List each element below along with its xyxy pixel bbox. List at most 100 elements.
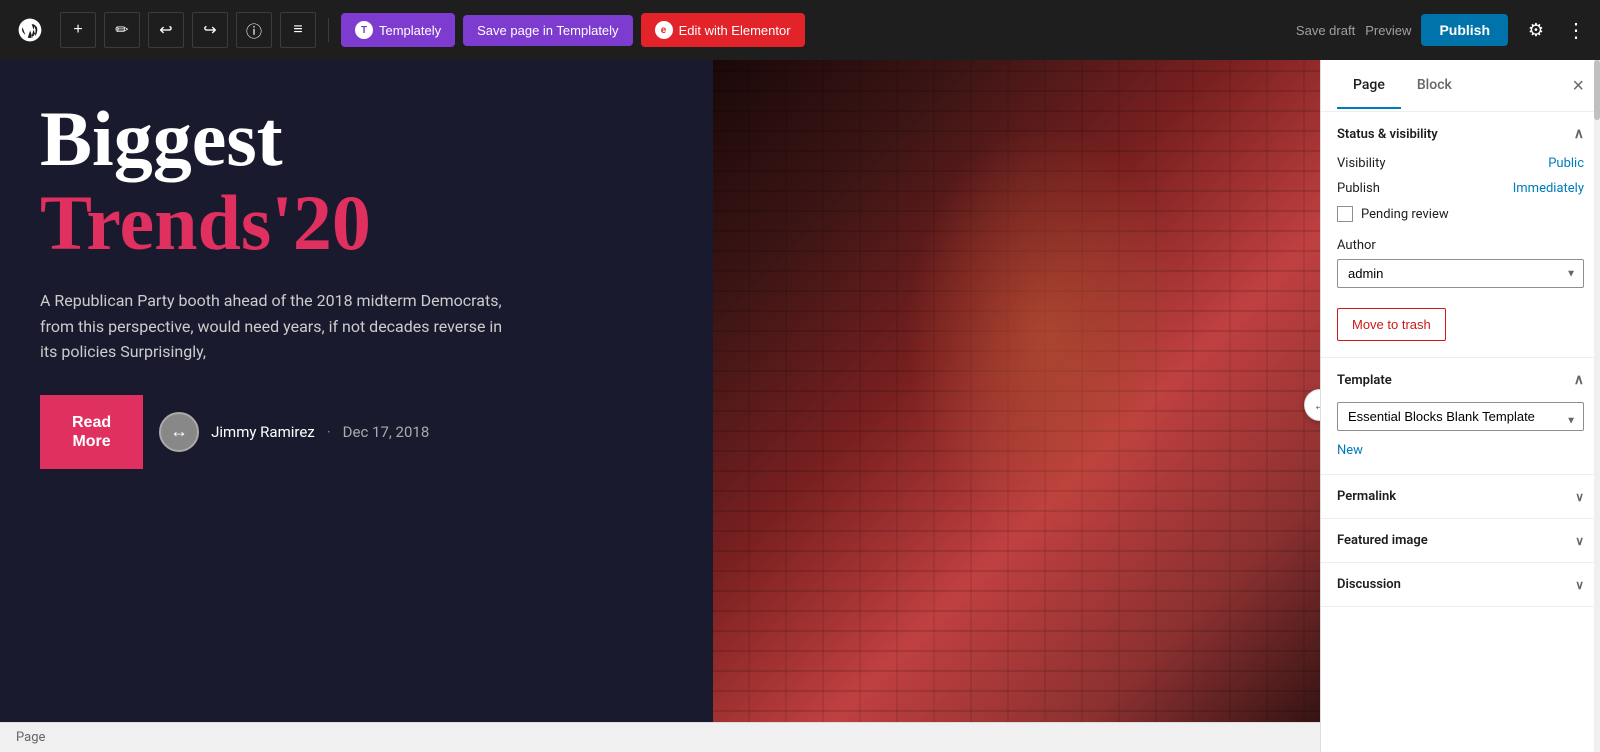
edit-elementor-button[interactable]: e Edit with Elementor	[641, 13, 805, 47]
hero-image-bg	[713, 60, 1320, 722]
new-template-link[interactable]: New	[1337, 443, 1363, 458]
save-templately-label: Save page in Templately	[477, 23, 618, 38]
author-select[interactable]: admin	[1337, 259, 1584, 288]
author-name: Jimmy Ramirez	[211, 423, 315, 441]
template-collapse-icon: ∧	[1574, 372, 1584, 388]
save-draft-button[interactable]: Save draft	[1296, 23, 1355, 38]
list-icon: ≡	[293, 21, 302, 39]
woman-highlight	[713, 60, 1320, 722]
avatar: ↔	[159, 412, 199, 452]
author-date: Dec 17, 2018	[343, 423, 430, 441]
template-content: Essential Blocks Blank Template Default …	[1321, 402, 1600, 474]
status-visibility-title: Status & visibility	[1337, 127, 1438, 142]
toolbar-right-actions: Save draft Preview Publish ⚙ ⋮	[1296, 12, 1588, 48]
hero-actions: ReadMore ↔ Jimmy Ramirez · Dec 17, 2018	[40, 395, 673, 469]
hero-title-biggest: Biggest	[40, 100, 673, 178]
undo-icon: ↩	[159, 20, 172, 40]
visibility-value[interactable]: Public	[1548, 156, 1584, 171]
visibility-label: Visibility	[1337, 156, 1386, 171]
author-dot: ·	[327, 423, 331, 441]
preview-button[interactable]: Preview	[1365, 23, 1411, 38]
discussion-title: Discussion	[1337, 577, 1401, 592]
author-row: Author admin	[1337, 234, 1584, 288]
canvas-area: Biggest Trends '20 A Republican Party bo…	[0, 60, 1320, 752]
more-icon: ⋮	[1566, 18, 1586, 43]
main-layout: Biggest Trends '20 A Republican Party bo…	[0, 60, 1600, 752]
discussion-section: Discussion ∨	[1321, 563, 1600, 607]
visibility-row: Visibility Public	[1337, 156, 1584, 171]
permalink-chevron-icon: ∨	[1575, 490, 1584, 504]
pending-review-label: Pending review	[1361, 207, 1449, 222]
list-view-button[interactable]: ≡	[280, 12, 316, 48]
author-label-area: Author	[1337, 234, 1584, 253]
hero-quote: '20	[271, 178, 371, 268]
info-icon: ⓘ	[246, 18, 262, 42]
tab-page[interactable]: Page	[1337, 63, 1401, 109]
permalink-section: Permalink ∨	[1321, 475, 1600, 519]
author-select-wrapper: admin	[1337, 259, 1584, 288]
hero-block[interactable]: Biggest Trends '20 A Republican Party bo…	[0, 60, 1320, 722]
discussion-header[interactable]: Discussion ∨	[1321, 563, 1600, 606]
pending-review-checkbox[interactable]	[1337, 206, 1353, 222]
permalink-header[interactable]: Permalink ∨	[1321, 475, 1600, 518]
template-section: Template ∧ Essential Blocks Blank Templa…	[1321, 358, 1600, 475]
sidebar-tabs: Page Block	[1337, 63, 1468, 108]
canvas-scroll[interactable]: Biggest Trends '20 A Republican Party bo…	[0, 60, 1320, 722]
hero-image-area	[713, 60, 1320, 722]
elementor-icon: e	[655, 21, 673, 39]
author-label: Author	[1337, 238, 1376, 253]
move-trash-area: Move to trash	[1337, 300, 1584, 341]
status-visibility-section: Status & visibility ∧ Visibility Public …	[1321, 112, 1600, 358]
read-more-button[interactable]: ReadMore	[40, 395, 143, 469]
redo-icon: ↪	[203, 20, 216, 40]
hero-title-trends: Trends	[40, 184, 271, 262]
template-select[interactable]: Essential Blocks Blank Template Default …	[1337, 402, 1584, 431]
pending-review-row: Pending review	[1337, 206, 1584, 222]
save-templately-button[interactable]: Save page in Templately	[463, 15, 632, 46]
sidebar-scroll-thumb[interactable]	[1594, 60, 1600, 120]
redo-button[interactable]: ↪	[192, 12, 228, 48]
resize-icon: ↔	[1313, 397, 1320, 414]
sidebar-header: Page Block ×	[1321, 60, 1600, 112]
undo-button[interactable]: ↩	[148, 12, 184, 48]
hero-description: A Republican Party booth ahead of the 20…	[40, 288, 520, 365]
toolbar-divider	[328, 18, 329, 42]
read-more-label: ReadMore	[72, 414, 111, 450]
sidebar: Page Block × Status & visibility ∧ Visib…	[1320, 60, 1600, 752]
hero-title-trends-row: Trends '20	[40, 178, 673, 268]
tab-block[interactable]: Block	[1401, 63, 1468, 109]
templately-label: Templately	[379, 23, 441, 38]
sidebar-scroll-indicator	[1594, 60, 1600, 752]
templately-button[interactable]: T Templately	[341, 13, 455, 47]
move-to-trash-button[interactable]: Move to trash	[1337, 308, 1446, 341]
featured-image-header[interactable]: Featured image ∨	[1321, 519, 1600, 562]
pen-icon: ✏	[115, 20, 128, 40]
avatar-icon: ↔	[170, 421, 188, 442]
permalink-title: Permalink	[1337, 489, 1396, 504]
add-block-button[interactable]: +	[60, 12, 96, 48]
close-icon: ×	[1572, 75, 1584, 97]
page-label: Page	[16, 730, 45, 745]
pen-tool-button[interactable]: ✏	[104, 12, 140, 48]
discussion-chevron-icon: ∨	[1575, 578, 1584, 592]
template-header[interactable]: Template ∧	[1321, 358, 1600, 402]
gear-icon: ⚙	[1528, 20, 1544, 41]
author-section: ↔ Jimmy Ramirez · Dec 17, 2018	[159, 412, 429, 452]
info-button[interactable]: ⓘ	[236, 12, 272, 48]
more-options-button[interactable]: ⋮	[1564, 12, 1588, 48]
publish-button[interactable]: Publish	[1421, 14, 1508, 46]
publish-value[interactable]: Immediately	[1513, 181, 1584, 196]
hero-title-area: Biggest Trends '20	[40, 100, 673, 268]
featured-image-section: Featured image ∨	[1321, 519, 1600, 563]
templately-icon: T	[355, 21, 373, 39]
featured-image-chevron-icon: ∨	[1575, 534, 1584, 548]
collapse-icon: ∧	[1574, 126, 1584, 142]
sidebar-close-button[interactable]: ×	[1572, 76, 1584, 96]
add-icon: +	[73, 21, 82, 39]
wp-logo-icon[interactable]	[12, 12, 48, 48]
settings-button[interactable]: ⚙	[1518, 12, 1554, 48]
template-title: Template	[1337, 373, 1392, 388]
status-visibility-header[interactable]: Status & visibility ∧	[1321, 112, 1600, 156]
elementor-label: Edit with Elementor	[679, 23, 791, 38]
featured-image-title: Featured image	[1337, 533, 1428, 548]
